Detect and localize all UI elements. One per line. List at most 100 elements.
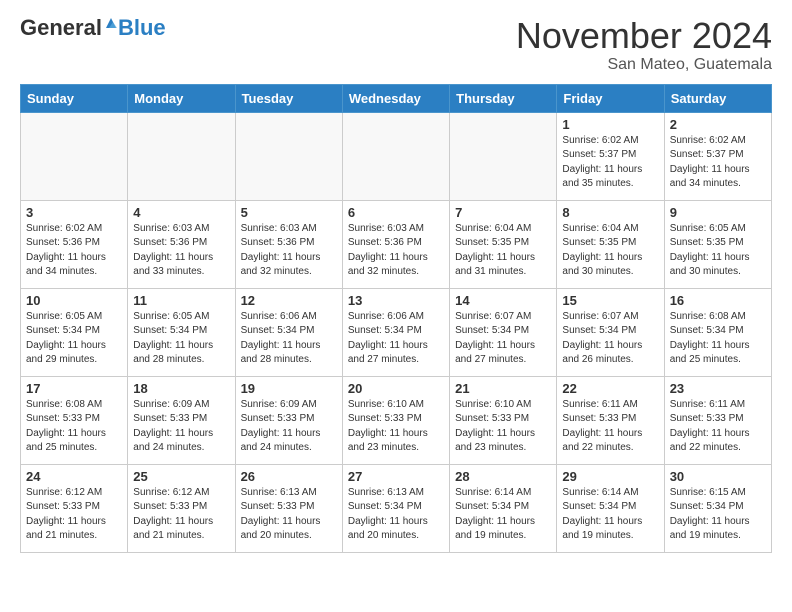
week-row-4: 17Sunrise: 6:08 AM Sunset: 5:33 PM Dayli…	[21, 376, 772, 464]
day-info: Sunrise: 6:02 AM Sunset: 5:37 PM Dayligh…	[670, 134, 766, 192]
day-cell: 7Sunrise: 6:04 AM Sunset: 5:35 PM Daylig…	[450, 200, 557, 288]
day-info: Sunrise: 6:12 AM Sunset: 5:33 PM Dayligh…	[26, 486, 122, 544]
day-cell: 17Sunrise: 6:08 AM Sunset: 5:33 PM Dayli…	[21, 376, 128, 464]
day-info: Sunrise: 6:13 AM Sunset: 5:34 PM Dayligh…	[348, 486, 444, 544]
day-info: Sunrise: 6:15 AM Sunset: 5:34 PM Dayligh…	[670, 486, 766, 544]
day-number: 24	[26, 469, 122, 484]
day-number: 20	[348, 381, 444, 396]
day-cell: 24 Sunrise: 6:12 AM Sunset: 5:33 PM Dayli…	[21, 464, 128, 552]
day-cell: 13 Sunrise: 6:06 AM Sunset: 5:34 PM Dayli…	[342, 288, 449, 376]
day-info: Sunrise: 6:03 AM Sunset: 5:36 PM Dayligh…	[241, 222, 337, 280]
day-number: 15	[562, 293, 658, 308]
day-cell: 26 Sunrise: 6:13 AM Sunset: 5:33 PM Dayli…	[235, 464, 342, 552]
day-info: Sunrise: 6:06 AM Sunset: 5:34 PM Dayligh…	[348, 310, 444, 368]
calendar-table: SundayMondayTuesdayWednesdayThursdayFrid…	[20, 84, 772, 553]
day-number: 30	[670, 469, 766, 484]
day-number: 22	[562, 381, 658, 396]
day-info: Sunrise: 6:09 AM Sunset: 5:33 PM Dayligh…	[241, 398, 337, 456]
day-number: 19	[241, 381, 337, 396]
day-cell: 8 Sunrise: 6:04 AM Sunset: 5:35 PM Daylig…	[557, 200, 664, 288]
month-title: November 2024	[516, 16, 772, 56]
day-number: 3	[26, 205, 122, 220]
day-cell: 21 Sunrise: 6:10 AM Sunset: 5:33 PM Dayli…	[450, 376, 557, 464]
day-cell: 5 Sunrise: 6:03 AM Sunset: 5:36 PM Daylig…	[235, 200, 342, 288]
logo-blue-text: Blue	[118, 17, 166, 39]
day-cell: 19 Sunrise: 6:09 AM Sunset: 5:33 PM Dayli…	[235, 376, 342, 464]
day-cell: 15 Sunrise: 6:07 AM Sunset: 5:34 PM Dayli…	[557, 288, 664, 376]
day-info: Sunrise: 6:11 AM Sunset: 5:33 PM Dayligh…	[562, 398, 658, 456]
col-header-saturday: Saturday	[664, 84, 771, 112]
day-number: 5	[241, 205, 337, 220]
day-cell: 11 Sunrise: 6:05 AM Sunset: 5:34 PM Dayli…	[128, 288, 235, 376]
week-row-3: 10Sunrise: 6:05 AM Sunset: 5:34 PM Dayli…	[21, 288, 772, 376]
location-subtitle: San Mateo, Guatemala	[516, 56, 772, 74]
day-number: 23	[670, 381, 766, 396]
day-number: 27	[348, 469, 444, 484]
day-number: 4	[133, 205, 229, 220]
day-number: 25	[133, 469, 229, 484]
day-info: Sunrise: 6:04 AM Sunset: 5:35 PM Dayligh…	[455, 222, 551, 280]
day-info: Sunrise: 6:04 AM Sunset: 5:35 PM Dayligh…	[562, 222, 658, 280]
week-row-2: 3 Sunrise: 6:02 AM Sunset: 5:36 PM Daylig…	[21, 200, 772, 288]
day-cell: 20 Sunrise: 6:10 AM Sunset: 5:33 PM Dayli…	[342, 376, 449, 464]
day-info: Sunrise: 6:02 AM Sunset: 5:36 PM Dayligh…	[26, 222, 122, 280]
col-header-thursday: Thursday	[450, 84, 557, 112]
day-cell	[235, 112, 342, 200]
day-cell: 25 Sunrise: 6:12 AM Sunset: 5:33 PM Dayli…	[128, 464, 235, 552]
day-number: 13	[348, 293, 444, 308]
day-number: 18	[133, 381, 229, 396]
day-cell: 1 Sunrise: 6:02 AM Sunset: 5:37 PM Daylig…	[557, 112, 664, 200]
logo: General Blue	[20, 16, 166, 40]
day-number: 9	[670, 205, 766, 220]
col-header-wednesday: Wednesday	[342, 84, 449, 112]
day-info: Sunrise: 6:10 AM Sunset: 5:33 PM Dayligh…	[455, 398, 551, 456]
day-cell: 3 Sunrise: 6:02 AM Sunset: 5:36 PM Daylig…	[21, 200, 128, 288]
day-number: 2	[670, 117, 766, 132]
day-info: Sunrise: 6:14 AM Sunset: 5:34 PM Dayligh…	[455, 486, 551, 544]
day-cell: 22 Sunrise: 6:11 AM Sunset: 5:33 PM Dayli…	[557, 376, 664, 464]
day-cell	[128, 112, 235, 200]
day-number: 14	[455, 293, 551, 308]
day-cell	[21, 112, 128, 200]
day-number: 11	[133, 293, 229, 308]
day-cell: 29Sunrise: 6:14 AM Sunset: 5:34 PM Dayli…	[557, 464, 664, 552]
day-number: 16	[670, 293, 766, 308]
day-cell: 2 Sunrise: 6:02 AM Sunset: 5:37 PM Daylig…	[664, 112, 771, 200]
day-number: 21	[455, 381, 551, 396]
day-info: Sunrise: 6:05 AM Sunset: 5:34 PM Dayligh…	[26, 310, 122, 368]
day-info: Sunrise: 6:08 AM Sunset: 5:34 PM Dayligh…	[670, 310, 766, 368]
day-info: Sunrise: 6:03 AM Sunset: 5:36 PM Dayligh…	[348, 222, 444, 280]
day-info: Sunrise: 6:02 AM Sunset: 5:37 PM Dayligh…	[562, 134, 658, 192]
day-info: Sunrise: 6:14 AM Sunset: 5:34 PM Dayligh…	[562, 486, 658, 544]
day-number: 26	[241, 469, 337, 484]
day-cell: 30 Sunrise: 6:15 AM Sunset: 5:34 PM Dayli…	[664, 464, 771, 552]
day-number: 12	[241, 293, 337, 308]
day-number: 1	[562, 117, 658, 132]
day-cell: 16 Sunrise: 6:08 AM Sunset: 5:34 PM Dayli…	[664, 288, 771, 376]
day-info: Sunrise: 6:12 AM Sunset: 5:33 PM Dayligh…	[133, 486, 229, 544]
day-cell: 27 Sunrise: 6:13 AM Sunset: 5:34 PM Dayli…	[342, 464, 449, 552]
logo-general-text: General	[20, 17, 102, 39]
day-info: Sunrise: 6:10 AM Sunset: 5:33 PM Dayligh…	[348, 398, 444, 456]
page: General Blue November 2024 San Mateo, Gu…	[0, 0, 792, 569]
calendar-header-row: SundayMondayTuesdayWednesdayThursdayFrid…	[21, 84, 772, 112]
day-info: Sunrise: 6:05 AM Sunset: 5:35 PM Dayligh…	[670, 222, 766, 280]
day-cell: 23 Sunrise: 6:11 AM Sunset: 5:33 PM Dayli…	[664, 376, 771, 464]
day-cell: 4Sunrise: 6:03 AM Sunset: 5:36 PM Daylig…	[128, 200, 235, 288]
day-info: Sunrise: 6:05 AM Sunset: 5:34 PM Dayligh…	[133, 310, 229, 368]
day-info: Sunrise: 6:13 AM Sunset: 5:33 PM Dayligh…	[241, 486, 337, 544]
day-cell: 6Sunrise: 6:03 AM Sunset: 5:36 PM Daylig…	[342, 200, 449, 288]
day-cell: 10Sunrise: 6:05 AM Sunset: 5:34 PM Dayli…	[21, 288, 128, 376]
day-number: 28	[455, 469, 551, 484]
day-info: Sunrise: 6:11 AM Sunset: 5:33 PM Dayligh…	[670, 398, 766, 456]
day-cell	[342, 112, 449, 200]
day-info: Sunrise: 6:07 AM Sunset: 5:34 PM Dayligh…	[455, 310, 551, 368]
day-info: Sunrise: 6:06 AM Sunset: 5:34 PM Dayligh…	[241, 310, 337, 368]
day-cell: 18Sunrise: 6:09 AM Sunset: 5:33 PM Dayli…	[128, 376, 235, 464]
header: General Blue November 2024 San Mateo, Gu…	[20, 16, 772, 74]
day-info: Sunrise: 6:07 AM Sunset: 5:34 PM Dayligh…	[562, 310, 658, 368]
day-number: 8	[562, 205, 658, 220]
day-number: 17	[26, 381, 122, 396]
day-cell: 9 Sunrise: 6:05 AM Sunset: 5:35 PM Daylig…	[664, 200, 771, 288]
logo-icon	[104, 16, 118, 30]
